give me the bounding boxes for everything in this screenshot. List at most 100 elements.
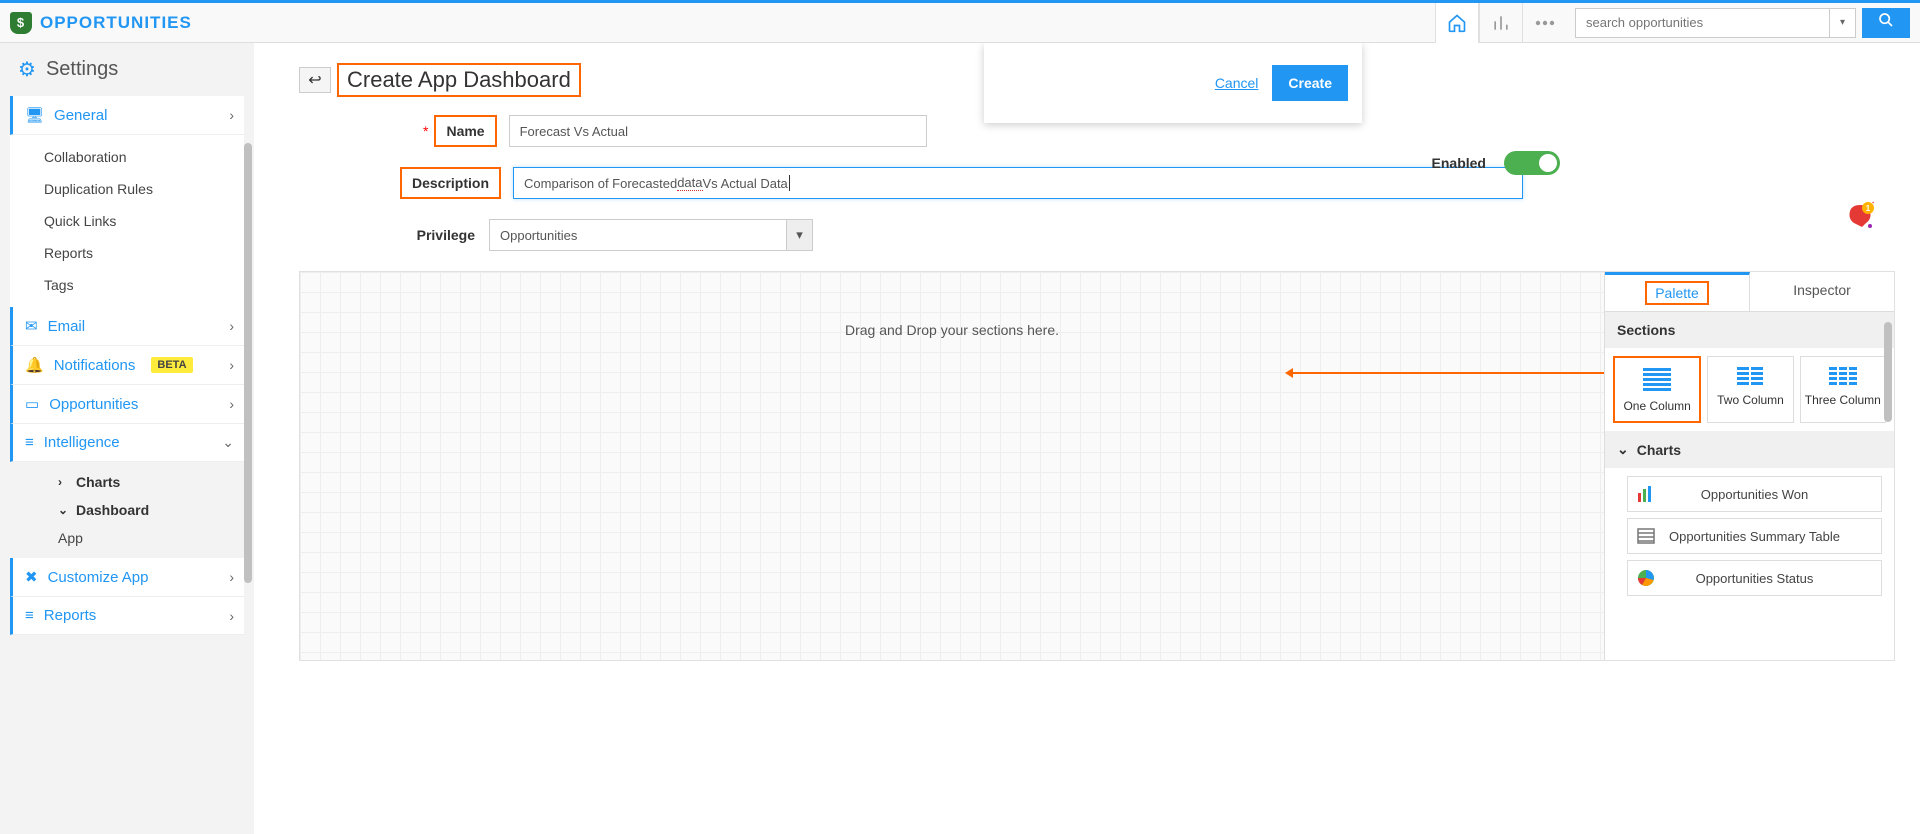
enabled-label: Enabled: [1432, 155, 1486, 171]
search-dropdown[interactable]: ▾: [1830, 8, 1856, 38]
more-icon[interactable]: [1523, 3, 1567, 43]
sidebar-item-label: Charts: [76, 474, 120, 490]
chevron-down-icon: ⌄: [222, 434, 234, 451]
dashboard-canvas[interactable]: Drag and Drop your sections here.: [300, 272, 1604, 660]
palette-panel: Palette Inspector Sections One Column: [1604, 272, 1894, 660]
palette-scrollbar[interactable]: [1884, 322, 1892, 422]
text-cursor: [789, 175, 790, 191]
charts-header[interactable]: ⌄ Charts: [1605, 431, 1894, 468]
enabled-row: Enabled: [1432, 151, 1560, 175]
chevron-right-icon: ›: [229, 357, 234, 373]
settings-label: Settings: [46, 58, 118, 81]
mail-icon: ✉: [25, 317, 38, 335]
search-input[interactable]: [1575, 8, 1830, 38]
window-icon: ▭: [25, 395, 39, 413]
sidebar-sub-quicklinks[interactable]: Quick Links: [10, 205, 244, 237]
sidebar-item-notifications[interactable]: 🔔 Notifications BETA ›: [10, 346, 244, 385]
chevron-down-icon: ⌄: [58, 503, 70, 517]
sidebar-item-intelligence[interactable]: ≡ Intelligence ⌄: [10, 424, 244, 462]
sidebar-item-label: Dashboard: [76, 502, 149, 518]
search-button[interactable]: [1862, 8, 1910, 38]
sidebar-item-reports2[interactable]: ≡ Reports ›: [10, 597, 244, 635]
sections-header: Sections: [1605, 312, 1894, 348]
sidebar-item-label: Notifications: [54, 357, 136, 374]
sidebar-item-opportunities[interactable]: ▭ Opportunities ›: [10, 385, 244, 424]
required-marker: *: [423, 123, 428, 139]
sidebar-item-general[interactable]: 🖥 General ›: [10, 96, 244, 135]
cancel-link[interactable]: Cancel: [1215, 75, 1259, 91]
two-column-icon: [1712, 367, 1788, 385]
chevron-right-icon: ›: [58, 475, 70, 489]
settings-title: ⚙ Settings: [10, 57, 244, 82]
back-button[interactable]: ↩: [299, 67, 331, 93]
moneybag-icon: [10, 12, 32, 34]
table-icon: [1628, 527, 1664, 545]
sidebar-item-label: General: [54, 107, 107, 124]
page-title: Create App Dashboard: [337, 63, 581, 97]
chevron-down-icon: ▾: [786, 220, 812, 250]
chevron-right-icon: ›: [229, 107, 234, 123]
description-input[interactable]: Comparison of Forecasted data Vs Actual …: [513, 167, 1523, 199]
notification-badge[interactable]: 1+: [1846, 201, 1874, 229]
brand-label: OPPORTUNITIES: [40, 13, 192, 33]
section-one-column[interactable]: One Column: [1613, 356, 1701, 423]
sidebar-sub-reports[interactable]: Reports: [10, 237, 244, 269]
bar-chart-icon: [1628, 485, 1664, 503]
sidebar-item-email[interactable]: ✉ Email ›: [10, 307, 244, 346]
annotation-arrow: [1288, 372, 1604, 374]
brand: OPPORTUNITIES: [10, 12, 192, 34]
search-box: ▾: [1575, 8, 1910, 38]
topbar: OPPORTUNITIES ▾: [0, 0, 1920, 43]
sidebar-sub-app[interactable]: App: [10, 524, 244, 552]
tab-inspector[interactable]: Inspector: [1750, 272, 1894, 311]
sidebar-sub-dashboard[interactable]: ⌄ Dashboard: [10, 496, 244, 524]
name-input[interactable]: [509, 115, 927, 147]
sidebar-item-label: Customize App: [48, 569, 149, 586]
three-column-icon: [1805, 367, 1881, 385]
sidebar-item-label: Reports: [44, 607, 97, 624]
home-icon[interactable]: [1435, 3, 1479, 43]
tab-palette[interactable]: Palette: [1605, 272, 1750, 311]
privilege-select[interactable]: Opportunities ▾: [489, 219, 813, 251]
monitor-icon: 🖥: [25, 106, 44, 124]
desc-text-post: Vs Actual Data: [703, 176, 788, 191]
sidebar-item-customize[interactable]: ✖ Customize App ›: [10, 558, 244, 597]
chevron-right-icon: ›: [229, 569, 234, 585]
main: Cancel Create ↩ Create App Dashboard * N…: [254, 43, 1920, 834]
section-three-column[interactable]: Three Column: [1800, 356, 1886, 423]
sidebar-scrollbar[interactable]: [244, 143, 252, 583]
privilege-label: Privilege: [299, 227, 489, 243]
desc-text-underlined: data: [677, 175, 702, 191]
chart-summary-table[interactable]: Opportunities Summary Table: [1627, 518, 1882, 554]
privilege-value: Opportunities: [500, 228, 577, 243]
chart-status[interactable]: Opportunities Status: [1627, 560, 1882, 596]
sidebar-sub-duplication[interactable]: Duplication Rules: [10, 173, 244, 205]
sidebar-sub-charts[interactable]: › Charts: [10, 468, 244, 496]
sidebar-sub-tags[interactable]: Tags: [10, 269, 244, 301]
chart-icon[interactable]: [1479, 3, 1523, 43]
section-label: One Column: [1623, 399, 1690, 413]
lines-icon: ≡: [25, 434, 34, 451]
chart-label: Opportunities Won: [1664, 487, 1881, 502]
enabled-toggle[interactable]: [1504, 151, 1560, 175]
sidebar-item-label: Opportunities: [49, 396, 138, 413]
tools-icon: ✖: [25, 568, 38, 586]
chevron-right-icon: ›: [229, 396, 234, 412]
section-label: Three Column: [1805, 393, 1881, 407]
canvas-hint: Drag and Drop your sections here.: [845, 322, 1059, 338]
gear-icon: ⚙: [18, 57, 36, 82]
section-two-column[interactable]: Two Column: [1707, 356, 1793, 423]
pie-chart-icon: [1628, 569, 1664, 587]
name-label: Name: [434, 115, 496, 147]
sidebar: ⚙ Settings 🖥 General › Collaboration Dup…: [0, 43, 254, 834]
create-button[interactable]: Create: [1272, 65, 1348, 101]
chevron-down-icon: ⌄: [1617, 441, 1629, 458]
chart-opportunities-won[interactable]: Opportunities Won: [1627, 476, 1882, 512]
sidebar-sub-collaboration[interactable]: Collaboration: [10, 141, 244, 173]
sidebar-item-label: Email: [48, 318, 86, 335]
lines-icon: ≡: [25, 607, 34, 624]
action-bar: Cancel Create: [984, 43, 1362, 123]
desc-text-pre: Comparison of Forecasted: [524, 176, 677, 191]
tab-label: Palette: [1645, 281, 1709, 305]
charts-header-label: Charts: [1637, 442, 1681, 458]
